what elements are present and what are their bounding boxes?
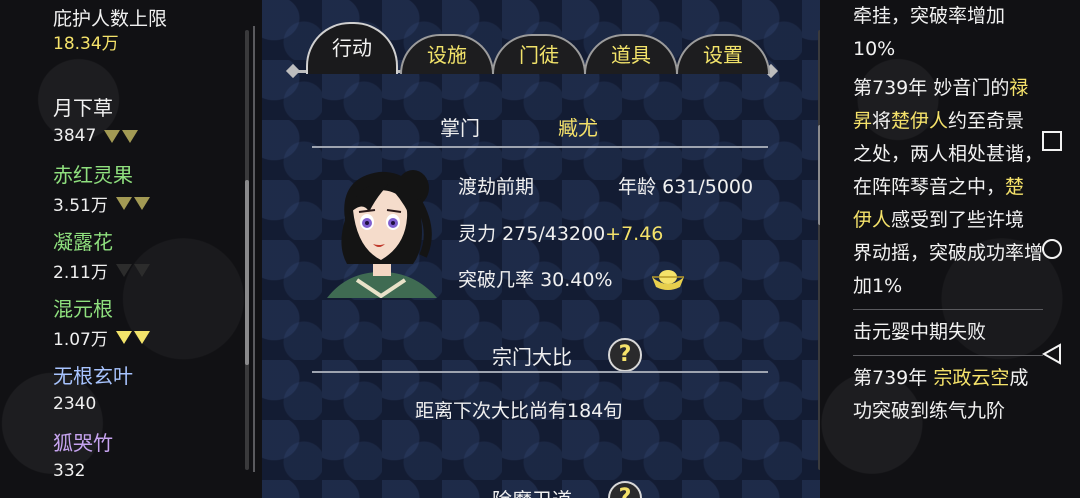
log-divider xyxy=(853,355,1043,356)
log-character-name: 楚伊人 xyxy=(891,110,949,132)
resource-name: 赤红灵果 xyxy=(53,163,133,187)
tournament-countdown: 距离下次大比尚有184旬 xyxy=(415,400,623,422)
breakthrough-value: 30.40% xyxy=(540,269,613,291)
leader-breakthrough: 突破几率 30.40% xyxy=(458,265,613,292)
left-scrollbar-thumb[interactable] xyxy=(245,180,249,365)
back-triangle-icon[interactable] xyxy=(1040,342,1064,366)
log-entry: 击元婴中期失败 xyxy=(853,316,1043,349)
shelter-capacity-value: 18.34万 xyxy=(53,34,119,54)
resource-panel: 庇护人数上限 18.34万 月下草 3847 赤红灵果 3.51万 凝露花 2.… xyxy=(0,0,262,498)
log-entry: 牵挂，突破率增加10% xyxy=(853,0,1043,66)
resource-amount: 2.11万 xyxy=(53,262,108,283)
resource-amount: 1.07万 xyxy=(53,329,108,350)
resource-item[interactable]: 赤红灵果 3.51万 xyxy=(53,159,238,226)
square-icon[interactable] xyxy=(1040,129,1064,153)
shelter-capacity-label: 庇护人数上限 xyxy=(53,8,168,30)
resource-amount: 3847 xyxy=(53,126,97,146)
tournament-help-button[interactable]: ? xyxy=(608,338,642,372)
resource-name: 凝露花 xyxy=(53,230,113,254)
treasure-ingot-icon[interactable] xyxy=(650,265,686,291)
resource-name: 混元根 xyxy=(53,297,113,321)
log-sect: 妙音门的 xyxy=(933,77,1010,99)
tab-facilities[interactable]: 设施 xyxy=(400,34,494,74)
system-nav-bar xyxy=(1024,0,1080,498)
age-label: 年龄 xyxy=(618,176,657,198)
demon-slaying-help-button[interactable]: ? xyxy=(608,481,642,498)
leader-age: 年龄 631/5000 xyxy=(618,172,753,199)
resource-list: 月下草 3847 赤红灵果 3.51万 凝露花 2.11万 混元根 1.07万 … xyxy=(53,92,238,494)
resource-item[interactable]: 混元根 1.07万 xyxy=(53,293,238,360)
tab-items[interactable]: 道具 xyxy=(584,34,678,74)
leader-header: 掌门 臧尤 xyxy=(262,112,820,144)
breakthrough-label: 突破几率 xyxy=(458,269,535,291)
leader-name[interactable]: 臧尤 xyxy=(558,112,598,141)
trend-down-arrows-icon xyxy=(115,263,152,277)
tab-disciples[interactable]: 门徒 xyxy=(492,34,586,74)
leader-label: 掌门 xyxy=(440,116,480,140)
log-entry: 第739年 妙音门的禄昇将楚伊人约至奇景之处，两人相处甚谐，在阵阵琴音之中，楚伊… xyxy=(853,72,1043,303)
spirit-label: 灵力 xyxy=(458,223,497,245)
resource-item[interactable]: 狐哭竹 332 xyxy=(53,427,238,494)
demon-slaying-title: 除魔卫道 xyxy=(492,484,572,498)
resource-name: 狐哭竹 xyxy=(53,431,113,455)
log-text: 将 xyxy=(872,110,892,132)
trend-down-arrows-icon xyxy=(104,129,140,143)
age-value: 631/5000 xyxy=(662,176,754,198)
tab-actions[interactable]: 行动 xyxy=(306,22,398,74)
circle-icon[interactable] xyxy=(1040,237,1064,261)
resource-item[interactable]: 无根玄叶 2340 xyxy=(53,360,238,427)
tournament-divider xyxy=(312,371,768,373)
resource-name: 月下草 xyxy=(53,96,113,120)
leader-divider xyxy=(312,146,768,148)
resource-item[interactable]: 月下草 3847 xyxy=(53,92,238,159)
left-scrollbar[interactable] xyxy=(245,30,249,470)
event-log-panel: 牵挂，突破率增加10% 第739年 妙音门的禄昇将楚伊人约至奇景之处，两人相处甚… xyxy=(820,0,1080,498)
log-divider xyxy=(853,309,1043,310)
resource-amount: 332 xyxy=(53,461,86,481)
resource-list-content[interactable]: 庇护人数上限 18.34万 月下草 3847 赤红灵果 3.51万 凝露花 2.… xyxy=(53,6,238,494)
resource-amount: 3.51万 xyxy=(53,195,108,216)
trend-down-arrows-icon xyxy=(115,330,152,344)
main-tab-bar: 行动 设施 门徒 道具 设置 xyxy=(285,10,779,79)
tab-ornament-icon xyxy=(285,63,301,79)
log-character-name: 宗政云空 xyxy=(933,367,1010,389)
tournament-title: 宗门大比 xyxy=(492,345,572,369)
leader-spirit: 灵力 275/43200+7.46 xyxy=(458,219,663,246)
log-entry-text: 击元婴中期失败 xyxy=(853,321,987,343)
log-year: 第739年 xyxy=(853,367,928,389)
log-year: 第739年 xyxy=(853,77,928,99)
spirit-value: 275/43200 xyxy=(502,223,606,245)
spirit-rate: +7.46 xyxy=(605,223,664,245)
log-entry-text: 牵挂，突破率增加10% xyxy=(853,5,1006,60)
main-action-panel: 行动 设施 门徒 道具 设置 掌门 臧尤 渡劫前期 年龄 631/5000 灵力… xyxy=(262,0,822,498)
tab-settings[interactable]: 设置 xyxy=(676,34,770,74)
event-log[interactable]: 牵挂，突破率增加10% 第739年 妙音门的禄昇将楚伊人约至奇景之处，两人相处甚… xyxy=(853,0,1043,434)
leader-portrait[interactable] xyxy=(317,160,445,298)
left-frame-edge xyxy=(253,26,255,472)
resource-item[interactable]: 凝露花 2.11万 xyxy=(53,226,238,293)
leader-realm: 渡劫前期 xyxy=(458,176,535,198)
resource-amount: 2340 xyxy=(53,394,97,414)
resource-name: 无根玄叶 xyxy=(53,364,133,388)
log-entry: 第739年 宗政云空成功突破到练气九阶 xyxy=(853,362,1043,428)
trend-down-arrows-icon xyxy=(115,196,152,210)
